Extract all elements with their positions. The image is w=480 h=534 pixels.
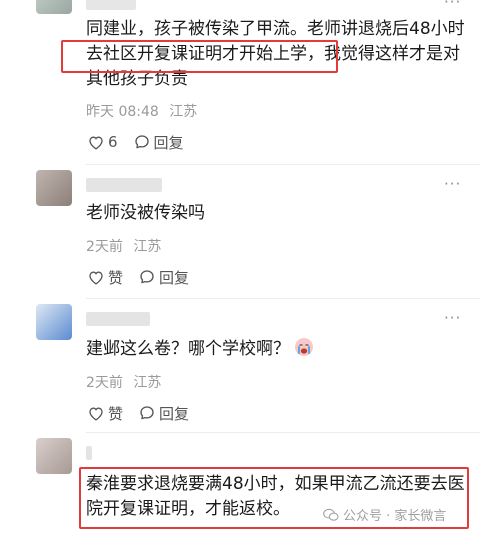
reply-label: 回复	[159, 404, 190, 423]
comment-text-body: 建邺这么卷？哪个学校啊？	[86, 339, 290, 359]
comment-actions: 赞 回复	[88, 267, 189, 287]
comment-bubble-icon	[134, 135, 149, 149]
divider	[86, 164, 480, 165]
comment-text: 老师没被传染吗	[86, 203, 205, 223]
comment-time: 昨天 08:48	[86, 104, 159, 120]
comment-actions: 赞 回复	[88, 403, 189, 423]
reply-label: 回复	[159, 268, 190, 287]
more-options-icon[interactable]: ···	[444, 0, 461, 10]
comment-text: 同建业，孩子被传染了甲流。老师讲退烧后48小时去社区开复课证明才开始上学，我觉得…	[86, 19, 465, 89]
heart-icon	[89, 135, 103, 150]
watermark: 公众号 · 家长微言	[323, 505, 446, 524]
watermark-text: 公众号 · 家长微言	[343, 509, 447, 524]
comment-author[interactable]	[86, 312, 150, 326]
reply-button[interactable]: 回复	[134, 132, 184, 153]
avatar[interactable]	[36, 170, 72, 206]
like-button[interactable]: 赞	[88, 267, 123, 288]
like-button[interactable]: 6	[88, 133, 118, 151]
like-label: 赞	[108, 404, 124, 423]
comment-time: 2天前	[86, 239, 123, 255]
like-label: 赞	[108, 268, 124, 287]
comment-author[interactable]	[86, 178, 162, 192]
comment-meta: 昨天 08:48 江苏	[86, 103, 197, 121]
crying-emoji-icon	[295, 338, 313, 356]
comment-text: 建邺这么卷？哪个学校啊？	[86, 337, 466, 362]
avatar[interactable]	[36, 0, 72, 14]
like-button[interactable]: 赞	[88, 403, 123, 424]
comment-meta: 2天前 江苏	[86, 374, 161, 392]
reply-label: 回复	[153, 133, 184, 152]
avatar[interactable]	[36, 438, 72, 474]
more-options-icon[interactable]: ···	[444, 310, 461, 326]
comment-bubble-icon	[140, 270, 154, 284]
reply-button[interactable]: 回复	[139, 267, 189, 288]
comment-time: 2天前	[86, 375, 123, 391]
divider	[86, 432, 480, 433]
wechat-logo-icon	[323, 508, 339, 521]
comment-author[interactable]	[86, 0, 136, 10]
comment-bubble-icon	[140, 406, 154, 420]
comment-actions: 6 回复	[88, 132, 184, 152]
comment-location: 江苏	[169, 104, 198, 120]
more-options-icon[interactable]: ···	[444, 176, 461, 192]
heart-icon	[89, 406, 103, 421]
heart-icon	[89, 270, 103, 285]
divider	[86, 298, 480, 299]
like-count: 6	[108, 133, 118, 151]
comment-author[interactable]	[86, 446, 92, 460]
comment-location: 江苏	[133, 375, 162, 391]
comment-meta: 2天前 江苏	[86, 238, 161, 256]
comment-location: 江苏	[133, 239, 162, 255]
avatar[interactable]	[36, 304, 72, 340]
reply-button[interactable]: 回复	[139, 403, 189, 424]
